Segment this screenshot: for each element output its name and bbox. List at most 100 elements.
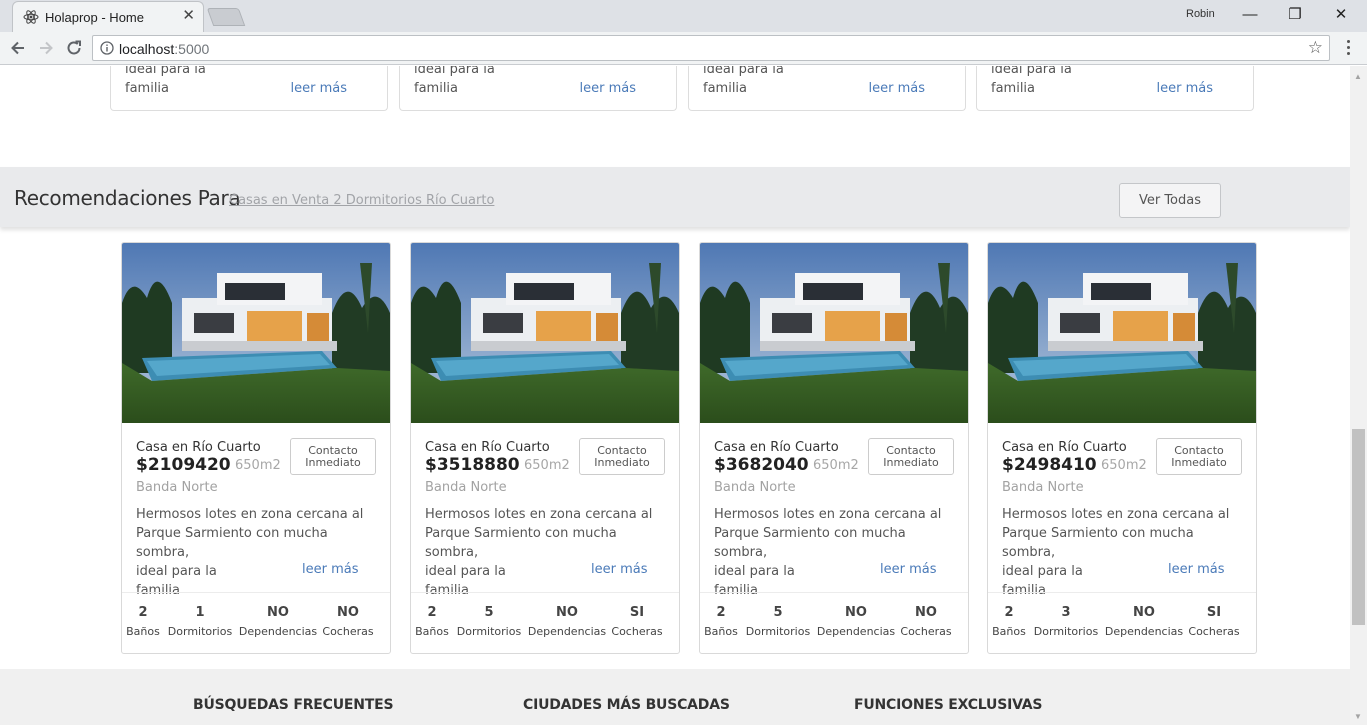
property-price: $3518880 [425,455,520,475]
card-desc-line: ideal para la [414,66,495,77]
info-icon[interactable] [100,41,114,55]
address-bar[interactable]: localhost:5000 ☆ [92,35,1330,61]
feature-label: Cocheras [322,625,374,638]
property-photo[interactable] [988,243,1256,423]
property-price: $3682040 [714,455,809,475]
property-photo[interactable] [700,243,968,423]
property-photo[interactable] [122,243,390,423]
property-area: 650m2 [813,458,859,473]
section-title: Recomendaciones Para [14,186,241,210]
url-host: localhost [119,41,175,57]
card-divider [700,592,968,593]
feature-value: 1 [195,605,205,620]
contact-now-button[interactable]: Contacto Inmediato [868,438,954,475]
feature-1: 1 Dormitorios [160,605,240,638]
card-divider [122,592,390,593]
property-card[interactable]: Casa en Río Cuarto $3518880 650m2 Contac… [410,242,680,654]
desc-line: Hermosos lotes en zona cercana al [425,507,653,522]
feature-value: SI [1206,605,1222,620]
read-more-link[interactable]: leer más [291,81,348,96]
feature-value: SI [629,605,645,620]
contact-now-button[interactable]: Contacto Inmediato [579,438,665,475]
browser-menu-icon[interactable] [1340,40,1356,58]
contact-now-button[interactable]: Contacto Inmediato [290,438,376,475]
page-scrollbar[interactable]: ▲ ▼ [1350,66,1367,725]
feature-3: NO Cocheras [886,605,966,638]
feature-value: NO [337,605,359,620]
feature-value: NO [845,605,867,620]
feature-label: Cocheras [1188,625,1240,638]
feature-3: NO Cocheras [308,605,388,638]
forward-icon[interactable] [35,37,57,59]
feature-label: Dependencias [527,625,607,638]
feature-label: Dormitorios [1033,625,1099,638]
react-icon [23,10,39,24]
bookmark-star-icon[interactable]: ☆ [1308,38,1323,58]
feature-2: NO Dependencias [816,605,896,638]
read-more-link[interactable]: leer más [1168,562,1225,577]
profile-name[interactable]: Robin [1186,8,1215,20]
desc-line: Parque Sarmiento con mucha sombra, [1002,526,1194,560]
new-tab-button[interactable] [206,8,246,26]
read-more-link[interactable]: leer más [591,562,648,577]
footer-heading-top-cities: CIUDADES MÁS BUSCADAS [523,697,730,713]
footer: BÚSQUEDAS FRECUENTES CIUDADES MÁS BUSCAD… [0,669,1350,725]
property-type: Casa en Río Cuarto [136,440,261,455]
search-filter-link[interactable]: Casas en Venta 2 Dormitorios Río Cuarto [229,193,494,208]
tab-title: Holaprop - Home [45,10,144,25]
property-zone: Banda Norte [1002,480,1084,495]
feature-1: 5 Dormitorios [738,605,818,638]
browser-toolbar: localhost:5000 ☆ [0,32,1367,65]
read-more-link[interactable]: leer más [880,562,937,577]
feature-value: NO [1133,605,1155,620]
house-photo-image [411,243,679,423]
feature-label: Dependencias [238,625,318,638]
card-divider [411,592,679,593]
property-price: $2109420 [136,455,231,475]
read-more-link[interactable]: leer más [302,562,359,577]
read-more-link[interactable]: leer más [869,81,926,96]
property-area: 650m2 [1101,458,1147,473]
property-card[interactable]: Casa en Río Cuarto $2498410 650m2 Contac… [987,242,1257,654]
feature-3: SI Cocheras [597,605,677,638]
feature-label: Dependencias [1104,625,1184,638]
property-zone: Banda Norte [136,480,218,495]
scroll-down-arrow-icon[interactable]: ▼ [1354,712,1362,721]
property-photo[interactable] [411,243,679,423]
property-card[interactable]: Casa en Río Cuarto $2109420 650m2 Contac… [121,242,391,654]
property-card[interactable]: Casa en Río Cuarto $3682040 650m2 Contac… [699,242,969,654]
footer-heading-exclusive-features: FUNCIONES EXCLUSIVAS [854,697,1043,713]
scrollbar-thumb[interactable] [1352,429,1365,625]
feature-value: NO [267,605,289,620]
desc-line: Hermosos lotes en zona cercana al [136,507,364,522]
property-description: Hermosos lotes en zona cercana al Parque… [1002,505,1247,600]
reload-icon[interactable] [63,37,85,59]
close-window-button[interactable]: ✕ [1326,4,1356,26]
desc-line: familia [1002,583,1047,598]
feature-label: Dormitorios [745,625,811,638]
see-all-button[interactable]: Ver Todas [1119,183,1221,218]
card-desc-line: familia [991,81,1036,96]
minimize-button[interactable]: — [1235,4,1265,26]
property-type: Casa en Río Cuarto [714,440,839,455]
desc-line: Hermosos lotes en zona cercana al [714,507,942,522]
tab-close-icon[interactable]: ✕ [182,8,195,24]
feature-label: Dormitorios [167,625,233,638]
contact-now-button[interactable]: Contacto Inmediato [1156,438,1242,475]
browser-tab[interactable]: Holaprop - Home ✕ [12,1,204,32]
contact-label-line2: Inmediato [305,456,361,469]
browser-titlebar: Holaprop - Home ✕ Robin — ❐ ✕ [0,0,1367,32]
read-more-link[interactable]: leer más [1157,81,1214,96]
back-icon[interactable] [7,37,29,59]
feature-label: Cocheras [611,625,663,638]
property-card-partial: ideal para la familia leer más [110,66,388,111]
scroll-up-arrow-icon[interactable]: ▲ [1354,72,1362,81]
restore-button[interactable]: ❐ [1280,4,1310,26]
property-type: Casa en Río Cuarto [1002,440,1127,455]
contact-label-line2: Inmediato [594,456,650,469]
property-type: Casa en Río Cuarto [425,440,550,455]
recommendations-header: Recomendaciones Para Casas en Venta 2 Do… [0,167,1350,227]
contact-label-line2: Inmediato [1171,456,1227,469]
card-divider [988,592,1256,593]
read-more-link[interactable]: leer más [580,81,637,96]
